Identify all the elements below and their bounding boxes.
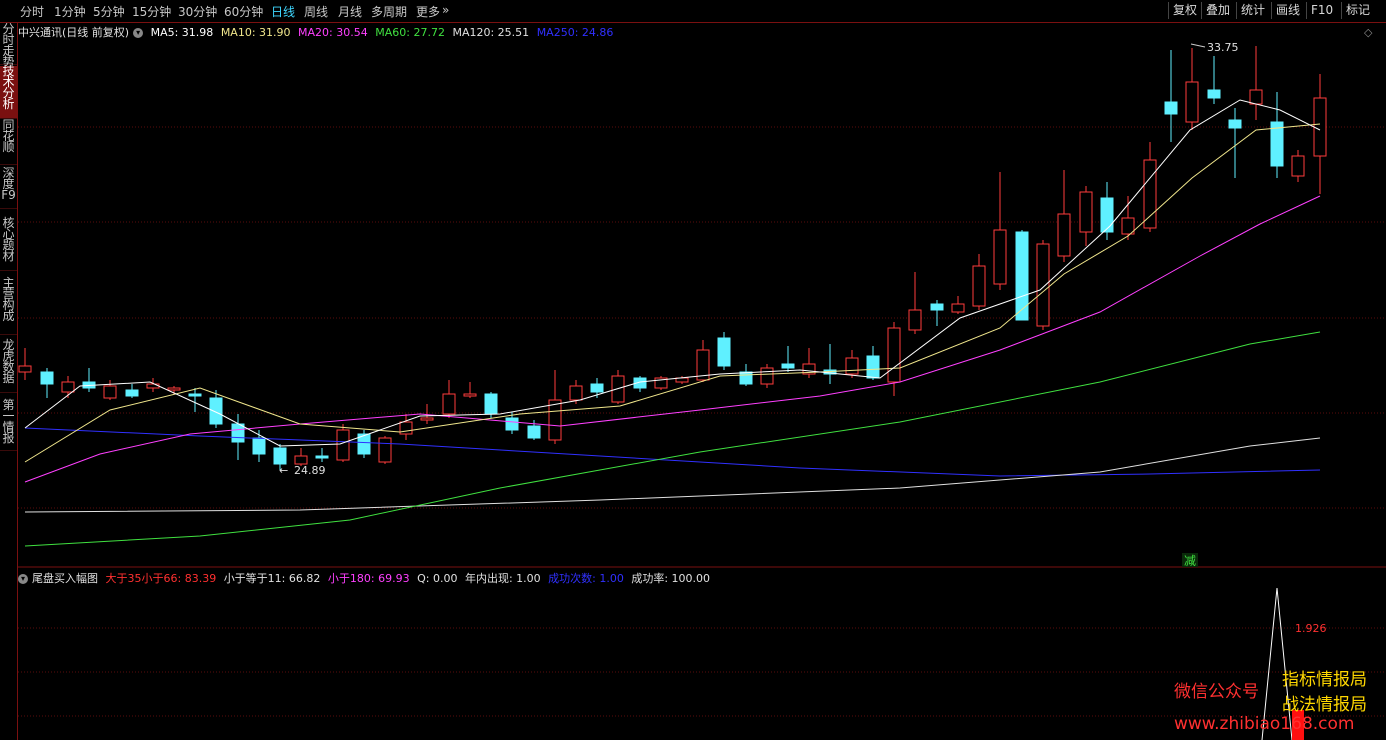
candle-body xyxy=(103,385,117,399)
indicator-name[interactable]: 尾盘买入幅图 xyxy=(32,572,98,585)
candle-body xyxy=(972,265,986,307)
high-marker xyxy=(1190,43,1206,48)
ma250-label: MA250: 24.86 xyxy=(536,26,614,39)
low-marker: ← xyxy=(279,464,288,477)
dropdown-icon[interactable]: ▾ xyxy=(133,28,144,38)
candle-body xyxy=(845,357,859,375)
candle-body xyxy=(908,309,922,331)
candle-body xyxy=(1228,119,1242,129)
ma-info-bar: 中兴通讯(日线 前复权) ▾ MA5: 31.98 MA10: 31.90 MA2… xyxy=(18,24,617,39)
candle-body xyxy=(18,365,32,373)
indicator-peak-value: 1.926 xyxy=(1295,622,1327,635)
candle-body xyxy=(590,383,604,393)
watermark-brand1: 指标情报局 xyxy=(1282,670,1367,690)
indicator-item-3: 小于180: 69.93 xyxy=(327,572,410,585)
candle-body xyxy=(231,423,245,443)
candle-body xyxy=(463,393,477,397)
candle-body xyxy=(951,303,965,313)
ma120-line xyxy=(24,437,1321,513)
candle-body xyxy=(442,393,456,415)
watermark-brand2: 战法情报局 xyxy=(1282,695,1367,715)
candle-body xyxy=(40,371,54,385)
candle-body xyxy=(866,355,880,379)
ma120-label: MA120: 25.51 xyxy=(452,26,530,39)
candle-body xyxy=(1207,89,1221,99)
candle-body xyxy=(1015,231,1029,321)
candle-body xyxy=(505,417,519,431)
candle-body xyxy=(1143,159,1157,229)
ma5-label: MA5: 31.98 xyxy=(150,26,214,39)
indicator-item-5: 年内出现: 1.00 xyxy=(464,572,541,585)
candle-body xyxy=(125,389,139,397)
candle-body xyxy=(993,229,1007,285)
candle-body xyxy=(1036,243,1050,327)
candle-body xyxy=(273,447,287,465)
candle-body xyxy=(569,385,583,401)
candle-body xyxy=(378,437,392,463)
candle-body xyxy=(484,393,498,415)
candle-body xyxy=(1185,81,1199,123)
ma-lines xyxy=(24,99,1321,547)
low-price-label: 24.89 xyxy=(294,464,326,477)
candle-body xyxy=(294,455,308,465)
indicator-item-2: 小于等于11: 66.82 xyxy=(223,572,321,585)
ma60-line xyxy=(24,331,1321,547)
candle-body xyxy=(1057,213,1071,257)
candle-body xyxy=(1164,101,1178,115)
candle-body xyxy=(1249,89,1263,105)
candle-body xyxy=(717,337,731,367)
ma20-label: MA20: 30.54 xyxy=(298,26,368,39)
candle-body xyxy=(188,393,202,397)
minus-badge: 减 xyxy=(1184,554,1196,568)
indicator-item-7: 成功率: 100.00 xyxy=(631,572,711,585)
indicator-dropdown-icon[interactable]: ▾ xyxy=(18,574,28,584)
candle-body xyxy=(252,437,266,455)
candle-body xyxy=(336,429,350,461)
candle-body xyxy=(420,417,434,421)
ma5-line xyxy=(24,99,1321,447)
candle-body xyxy=(167,387,181,391)
ma60-label: MA60: 27.72 xyxy=(375,26,445,39)
watermark-url: www.zhibiao168.com xyxy=(1174,714,1355,734)
candle-body xyxy=(739,371,753,385)
candle-body xyxy=(781,363,795,369)
candle-body xyxy=(315,455,329,459)
candle-body xyxy=(61,381,75,393)
candle-body xyxy=(930,303,944,311)
indicator-item-1: 大于35小于66: 83.39 xyxy=(105,572,217,585)
candlesticks xyxy=(18,46,1327,470)
candle-body xyxy=(887,327,901,383)
indicator-info-bar: ▾ 尾盘买入幅图 大于35小于66: 83.39 小于等于11: 66.82 小于… xyxy=(18,570,714,585)
ma20-line xyxy=(24,195,1321,483)
candle-body xyxy=(1313,97,1327,157)
high-price-label: 33.75 xyxy=(1207,41,1239,54)
kline-chart[interactable]: 33.75 ← 24.89 减 1.926 ◇ xyxy=(0,0,1386,740)
indicator-item-4: Q: 0.00 xyxy=(417,572,458,585)
ma250-line xyxy=(24,427,1321,477)
diamond-icon[interactable]: ◇ xyxy=(1364,26,1373,39)
stock-label: 中兴通讯(日线 前复权) xyxy=(18,26,130,39)
ma10-label: MA10: 31.90 xyxy=(220,26,291,39)
candle-body xyxy=(1079,191,1093,233)
candle-body xyxy=(527,425,541,439)
candle-body xyxy=(1291,155,1305,177)
candle-body xyxy=(548,399,562,441)
indicator-item-6: 成功次数: 1.00 xyxy=(548,572,624,585)
watermark-wechat: 微信公众号 xyxy=(1174,682,1259,702)
candle-body xyxy=(209,397,223,425)
candle-body xyxy=(146,383,160,389)
candle-body xyxy=(1100,197,1114,233)
candle-body xyxy=(760,367,774,385)
